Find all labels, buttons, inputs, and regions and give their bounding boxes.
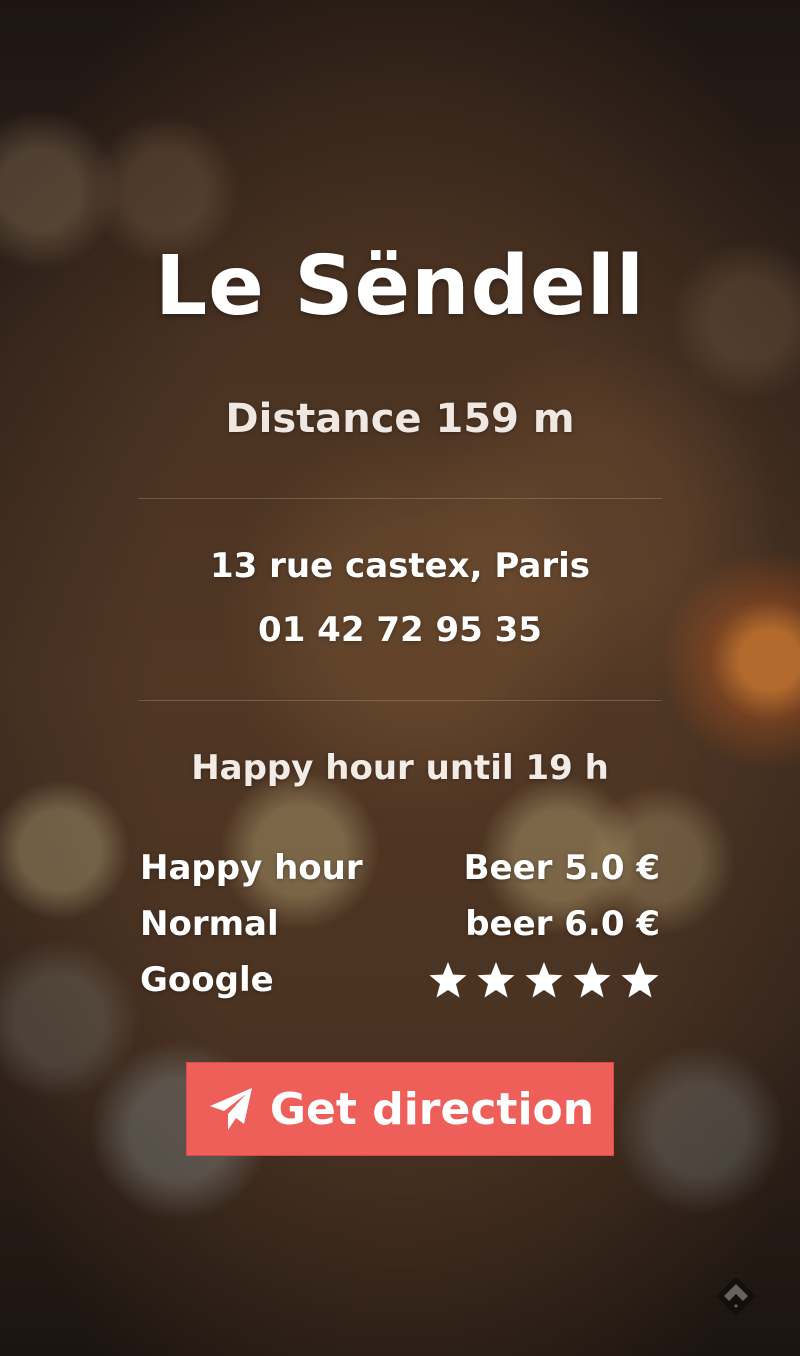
happy-hour-until: Happy hour until 19 h <box>191 748 609 788</box>
price-label: Happy hour <box>140 848 363 888</box>
price-row-normal: Normal beer 6.0 € <box>140 896 660 952</box>
venue-name: Le Sëndell <box>155 239 645 334</box>
price-row-happy-hour: Happy hour Beer 5.0 € <box>140 840 660 896</box>
venue-address: 13 rue castex, Paris <box>210 546 590 586</box>
venue-card: Le Sëndell Distance 159 m 13 rue castex,… <box>0 0 800 1356</box>
star-rating <box>428 960 660 1000</box>
rating-row: Google <box>140 952 660 1008</box>
price-table: Happy hour Beer 5.0 € Normal beer 6.0 € … <box>140 840 660 1008</box>
rating-label: Google <box>140 960 274 1000</box>
get-direction-label: Get direction <box>269 1083 595 1135</box>
star-icon <box>525 962 563 998</box>
star-icon <box>621 962 659 998</box>
star-icon <box>477 962 515 998</box>
price-value: beer 6.0 € <box>465 904 660 944</box>
divider <box>138 498 662 499</box>
price-value: Beer 5.0 € <box>463 848 660 888</box>
price-label: Normal <box>140 904 279 944</box>
get-direction-button[interactable]: Get direction <box>186 1062 614 1156</box>
venue-phone[interactable]: 01 42 72 95 35 <box>0 610 800 650</box>
star-icon <box>429 962 467 998</box>
divider <box>138 700 662 701</box>
venue-distance: Distance 159 m <box>225 396 575 442</box>
star-icon <box>573 962 611 998</box>
feedly-icon[interactable] <box>712 1272 760 1320</box>
paper-plane-icon <box>209 1088 252 1130</box>
